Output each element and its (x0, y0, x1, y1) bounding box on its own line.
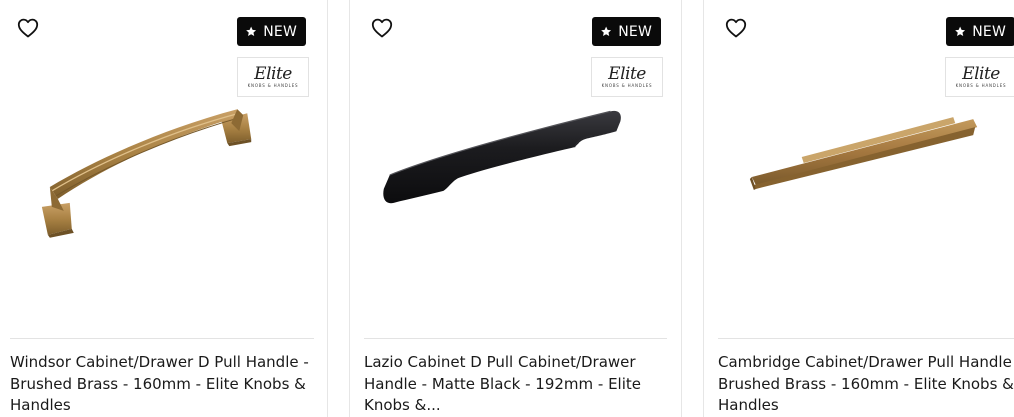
product-card[interactable]: NEW Elite KNOBS & HANDLES Lazio Cabinet … (349, 0, 682, 417)
new-badge: NEW (946, 17, 1014, 46)
product-card[interactable]: NEW Elite KNOBS & HANDLES Cambridge Cabi… (703, 0, 1014, 417)
star-icon (246, 26, 257, 37)
product-title[interactable]: Cambridge Cabinet/Drawer Pull Handle - B… (718, 352, 1014, 417)
brand-logo: Elite KNOBS & HANDLES (237, 57, 309, 97)
product-title[interactable]: Windsor Cabinet/Drawer D Pull Handle - B… (10, 352, 318, 417)
product-title[interactable]: Lazio Cabinet D Pull Cabinet/Drawer Hand… (364, 352, 664, 417)
new-badge: NEW (237, 17, 306, 46)
badge-label: NEW (618, 23, 652, 40)
wishlist-heart-icon[interactable] (724, 16, 750, 42)
product-image[interactable] (704, 95, 1014, 255)
star-icon (955, 26, 966, 37)
product-image[interactable] (350, 95, 681, 255)
card-divider (364, 338, 667, 339)
brand-logo-text: Elite (962, 64, 1000, 84)
star-icon (601, 26, 612, 37)
wishlist-heart-icon[interactable] (370, 16, 396, 42)
brand-logo-text: Elite (608, 64, 646, 84)
product-image[interactable] (0, 95, 327, 255)
card-divider (10, 338, 314, 339)
wishlist-heart-icon[interactable] (16, 16, 42, 42)
product-grid: NEW Elite KNOBS & HANDLES Windsor Cabine… (0, 0, 1014, 417)
brand-logo: Elite KNOBS & HANDLES (591, 57, 663, 97)
badge-label: NEW (263, 23, 297, 40)
brand-logo: Elite KNOBS & HANDLES (945, 57, 1014, 97)
badge-label: NEW (972, 23, 1006, 40)
product-card[interactable]: NEW Elite KNOBS & HANDLES Windsor Cabine… (0, 0, 328, 417)
new-badge: NEW (592, 17, 661, 46)
card-divider (718, 338, 1014, 339)
brand-logo-text: Elite (254, 64, 292, 84)
